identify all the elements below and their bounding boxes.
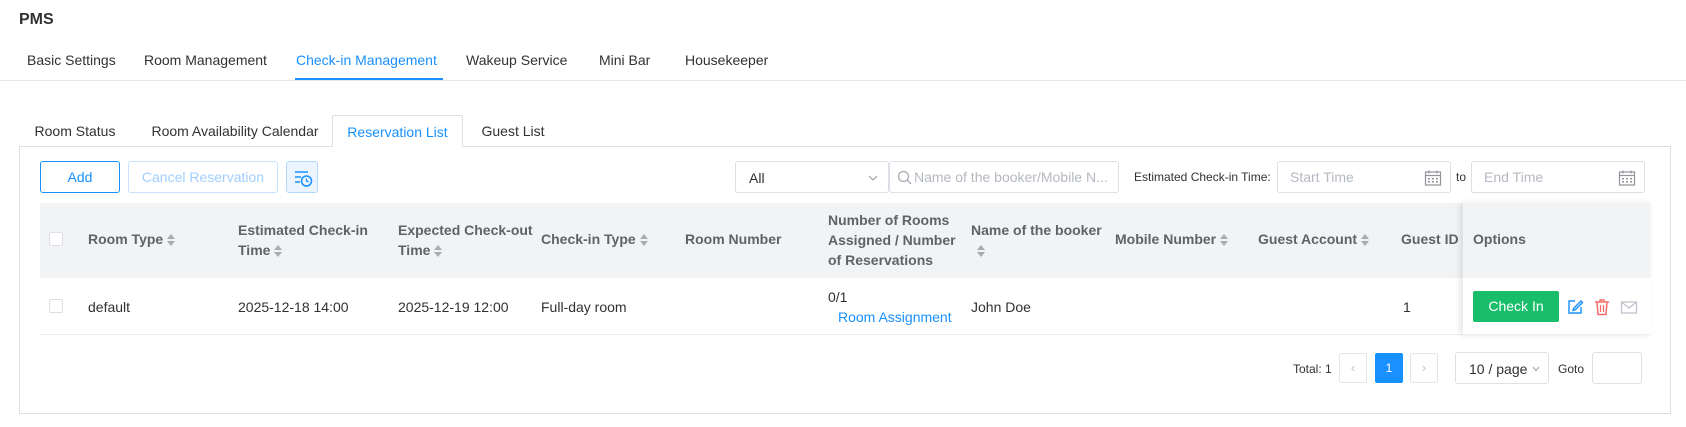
page-number-current[interactable]: 1 (1375, 353, 1403, 383)
col-checkin-type[interactable]: Check-in Type (541, 229, 648, 249)
goto-input[interactable] (1594, 354, 1640, 382)
table-row: default 2025-12-18 14:00 2025-12-19 12:0… (40, 278, 1650, 335)
sort-icon[interactable] (434, 245, 443, 258)
to-label: to (1456, 170, 1467, 184)
delete-icon[interactable] (1593, 298, 1611, 316)
tab-reservation-list[interactable]: Reservation List (332, 115, 463, 147)
cell-checkin-type: Full-day room (541, 299, 627, 315)
start-time-field[interactable] (1277, 161, 1451, 193)
select-all-checkbox[interactable] (49, 232, 63, 246)
pagination-total: Total: 1 (1293, 362, 1332, 376)
cancel-reservation-button[interactable]: Cancel Reservation (128, 161, 278, 193)
checkin-time-label: Estimated Check-in Time: (1134, 170, 1271, 184)
top-tab-bar: Basic Settings Room Management Check-in … (0, 48, 1686, 81)
cell-booker-name: John Doe (971, 299, 1031, 315)
cell-rooms-assigned: 0/1 (828, 289, 848, 305)
tab-room-availability-calendar[interactable]: Room Availability Calendar (142, 115, 328, 147)
tab-check-in-management[interactable]: Check-in Management (296, 52, 437, 68)
edit-icon[interactable] (1566, 298, 1584, 316)
tab-room-status[interactable]: Room Status (20, 115, 130, 147)
row-checkbox[interactable] (49, 299, 63, 313)
status-select-value: All (749, 170, 765, 186)
calendar-icon (1618, 170, 1636, 186)
tab-wakeup-service[interactable]: Wakeup Service (466, 52, 567, 68)
sort-icon[interactable] (1220, 234, 1229, 247)
tab-mini-bar[interactable]: Mini Bar (599, 52, 650, 68)
list-clock-icon (295, 171, 313, 187)
add-button[interactable]: Add (40, 161, 120, 193)
chevron-right-icon: › (1421, 360, 1427, 375)
cell-checkin-time: 2025-12-18 14:00 (238, 299, 349, 315)
mail-icon[interactable] (1620, 298, 1638, 316)
sort-icon[interactable] (977, 245, 985, 258)
chevron-down-icon (868, 175, 878, 181)
next-page-button[interactable]: › (1410, 353, 1438, 383)
room-assignment-link[interactable]: Room Assignment (838, 309, 952, 325)
sort-icon[interactable] (639, 234, 648, 247)
calendar-icon (1424, 170, 1442, 186)
goto-field[interactable] (1592, 352, 1642, 384)
col-expected-checkout-time[interactable]: Expected Check-out Time (398, 220, 533, 260)
check-in-button[interactable]: Check In (1473, 291, 1559, 322)
chevron-down-icon (1532, 366, 1540, 372)
col-guest-id[interactable]: Guest ID (1401, 229, 1459, 249)
app-title: PMS (19, 11, 54, 28)
col-options: Options (1473, 231, 1526, 247)
active-tab-indicator (295, 78, 443, 80)
sort-icon[interactable] (274, 245, 283, 258)
goto-label: Goto (1558, 362, 1585, 376)
search-box (889, 161, 1119, 193)
tab-room-management[interactable]: Room Management (144, 52, 267, 68)
cell-guest-id: 1 (1403, 299, 1411, 315)
search-icon (897, 170, 912, 185)
col-room-type[interactable]: Room Type (88, 229, 176, 249)
cell-room-type: default (88, 299, 131, 315)
tab-basic-settings[interactable]: Basic Settings (27, 52, 116, 68)
end-time-field[interactable] (1471, 161, 1645, 193)
page-size-value: 10 / page (1469, 361, 1528, 377)
start-time-input[interactable] (1290, 163, 1420, 191)
search-input[interactable] (914, 163, 1114, 191)
chevron-left-icon: ‹ (1350, 360, 1356, 375)
col-booker-name[interactable]: Name of the booker (971, 220, 1102, 260)
col-rooms-assigned: Number of Rooms Assigned / Number of Res… (828, 212, 956, 268)
tab-housekeeper[interactable]: Housekeeper (685, 52, 768, 68)
sort-icon[interactable] (1361, 234, 1370, 247)
end-time-input[interactable] (1484, 163, 1614, 191)
col-guest-account[interactable]: Guest Account (1258, 229, 1370, 249)
col-estimated-checkin-time[interactable]: Estimated Check-in Time (238, 220, 368, 260)
prev-page-button[interactable]: ‹ (1339, 353, 1367, 383)
tab-guest-list[interactable]: Guest List (468, 115, 558, 147)
status-select[interactable]: All (735, 161, 889, 193)
cell-checkout-time: 2025-12-19 12:00 (398, 299, 509, 315)
col-room-number: Room Number (685, 231, 782, 247)
page-size-select[interactable]: 10 / page (1455, 352, 1549, 384)
col-mobile-number[interactable]: Mobile Number (1115, 229, 1229, 249)
table-header: Room Type Estimated Check-in Time Expect… (40, 203, 1650, 278)
history-button[interactable] (286, 161, 318, 193)
sort-icon[interactable] (167, 234, 176, 247)
